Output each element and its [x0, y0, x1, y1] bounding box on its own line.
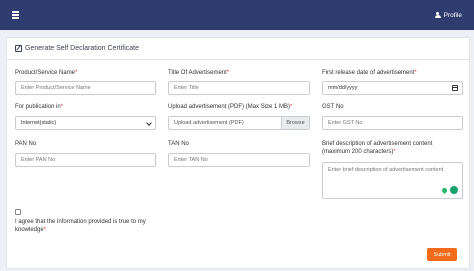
- submit-button[interactable]: Submit: [427, 248, 457, 261]
- form-header: Generate Self Declaration Certificate: [7, 38, 469, 60]
- user-icon: [434, 11, 441, 19]
- agree-checkbox[interactable]: [15, 209, 21, 215]
- form-title: Generate Self Declaration Certificate: [25, 45, 139, 52]
- pan-input[interactable]: Enter PAN No: [15, 153, 156, 167]
- product-label: Product/Service Name*: [15, 70, 78, 76]
- upload-file-input[interactable]: Upload advertisement (PDF) Browse: [168, 116, 310, 130]
- publication-label: For publication in*: [15, 104, 64, 110]
- title-input[interactable]: Enter Title: [168, 81, 310, 95]
- description-label: Brief description of advertisement conte…: [322, 141, 433, 155]
- chevron-down-icon: [146, 120, 152, 126]
- grammarly-icon[interactable]: [450, 186, 458, 194]
- hamburger-menu-icon[interactable]: [12, 11, 19, 19]
- gst-input[interactable]: Enter GST No: [322, 116, 463, 130]
- browse-button[interactable]: Browse: [281, 117, 309, 129]
- gst-label: GST No: [322, 104, 344, 110]
- profile-menu[interactable]: Profile: [434, 11, 462, 19]
- pan-label: PAN No: [15, 141, 37, 147]
- publication-select[interactable]: Internet(static): [15, 116, 156, 130]
- location-pin-icon: [440, 186, 449, 195]
- agree-label: I agree that the information provided is…: [15, 219, 146, 233]
- upload-label: Upload advertisement (PDF) (Max Size 1 M…: [168, 104, 293, 110]
- release-date-input[interactable]: mm/dd/yyyy: [322, 81, 463, 95]
- description-textarea[interactable]: Enter brief description of advertisement…: [322, 162, 463, 199]
- edit-icon: [15, 45, 22, 52]
- tan-input[interactable]: Enter TAN No: [168, 153, 310, 167]
- profile-label: Profile: [443, 11, 462, 19]
- title-label: Title Of Advertisement*: [168, 70, 230, 76]
- tan-label: TAN No: [168, 141, 189, 147]
- product-input[interactable]: Enter Product/Service Name: [15, 81, 156, 95]
- calendar-icon[interactable]: [452, 85, 458, 91]
- release-date-label: First release date of advertisement*: [322, 70, 417, 76]
- upload-file-text: Upload advertisement (PDF): [174, 120, 244, 126]
- top-navbar: Profile: [0, 0, 474, 30]
